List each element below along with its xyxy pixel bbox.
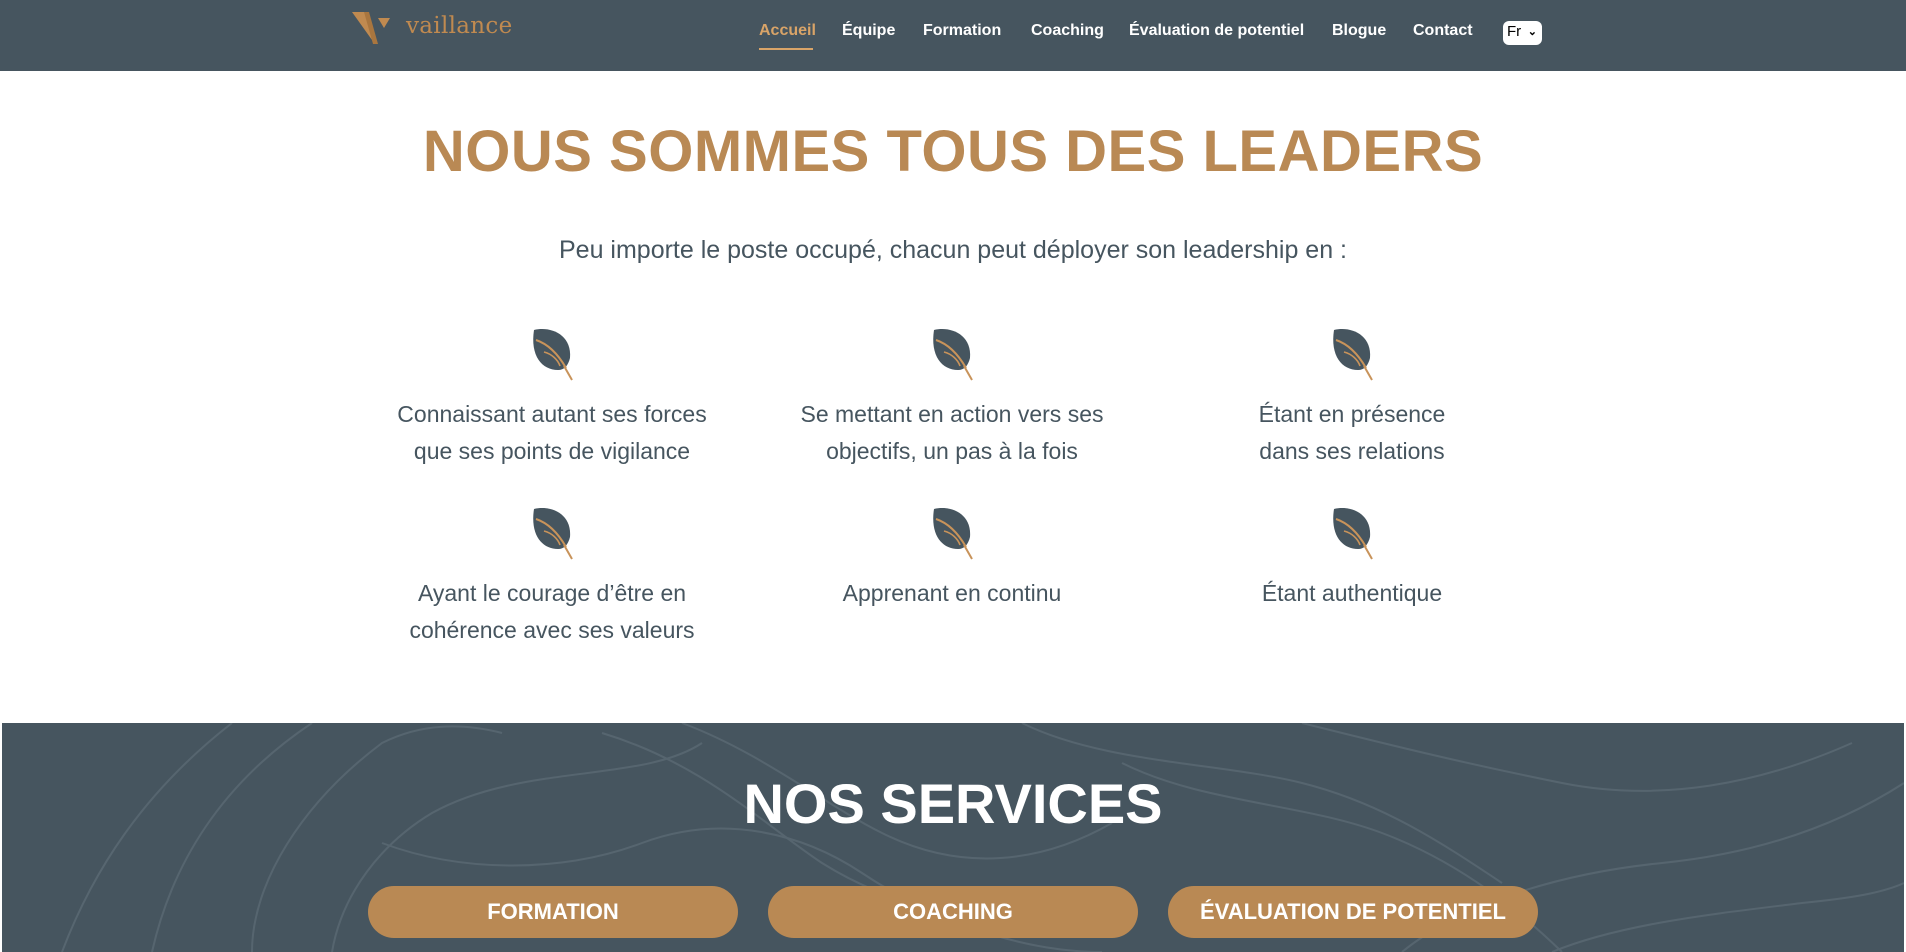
- leaders-subtitle: Peu importe le poste occupé, chacun peut…: [558, 236, 1347, 264]
- leaders-title: NOUS SOMMES TOUS DES LEADERS: [422, 119, 1484, 184]
- leaf-icon: [532, 328, 573, 381]
- leadership-item: Étant authentique: [1172, 505, 1532, 612]
- leadership-item: Connaissant autant ses forces que ses poi…: [372, 326, 732, 470]
- leaf-icon: [932, 507, 973, 560]
- nav-equipe[interactable]: Équipe: [842, 22, 895, 40]
- leaf-icon: [1332, 507, 1373, 560]
- coaching-button[interactable]: COACHING: [768, 886, 1138, 938]
- leadership-item: Étant en présence dans ses relations: [1172, 326, 1532, 470]
- nav-accueil[interactable]: Accueil: [759, 22, 816, 40]
- leadership-item-label: Apprenant en continu: [842, 580, 1062, 606]
- active-nav-indicator: [759, 48, 813, 50]
- leaf-icon: [932, 328, 973, 381]
- site-header: vaillance Accueil Équipe Formation Coach…: [0, 0, 1906, 71]
- leadership-item: Se mettant en action vers ses objectifs, …: [772, 326, 1132, 470]
- language-value: Fr: [1507, 23, 1522, 40]
- leadership-item: Ayant le courage d’être en cohérence avec…: [372, 505, 732, 649]
- leadership-item-label: Étant en présence dans ses relations: [1258, 401, 1446, 464]
- leadership-item-label: Connaissant autant ses forces que ses poi…: [397, 401, 707, 464]
- chevron-down-icon: ⌄: [1527, 26, 1537, 38]
- nav-contact[interactable]: Contact: [1413, 22, 1473, 40]
- formation-button[interactable]: FORMATION: [368, 886, 738, 938]
- logo[interactable]: vaillance: [352, 10, 512, 50]
- services-section: NOS SERVICES FORMATION COACHING ÉVALUATI…: [2, 723, 1904, 952]
- services-title: NOS SERVICES: [743, 772, 1163, 835]
- nav-coaching[interactable]: Coaching: [1031, 22, 1104, 40]
- nav-formation[interactable]: Formation: [923, 22, 1001, 40]
- logo-text: vaillance: [406, 13, 513, 39]
- leaf-icon: [1332, 328, 1373, 381]
- language-select[interactable]: Fr ⌄: [1503, 21, 1542, 45]
- evaluation-de-potentiel-button[interactable]: ÉVALUATION DE POTENTIEL: [1168, 886, 1538, 938]
- nav-evaluation-de-potentiel[interactable]: Évaluation de potentiel: [1129, 22, 1304, 40]
- vaillance-logo-icon: [352, 12, 390, 44]
- leadership-item-label: Étant authentique: [1261, 580, 1443, 606]
- leaf-icon: [532, 507, 573, 560]
- leadership-item: Apprenant en continu: [772, 505, 1132, 612]
- leadership-item-label: Ayant le courage d’être en cohérence avec…: [409, 580, 695, 643]
- leadership-item-label: Se mettant en action vers ses objectifs, …: [800, 401, 1104, 464]
- nav-blogue[interactable]: Blogue: [1332, 22, 1386, 40]
